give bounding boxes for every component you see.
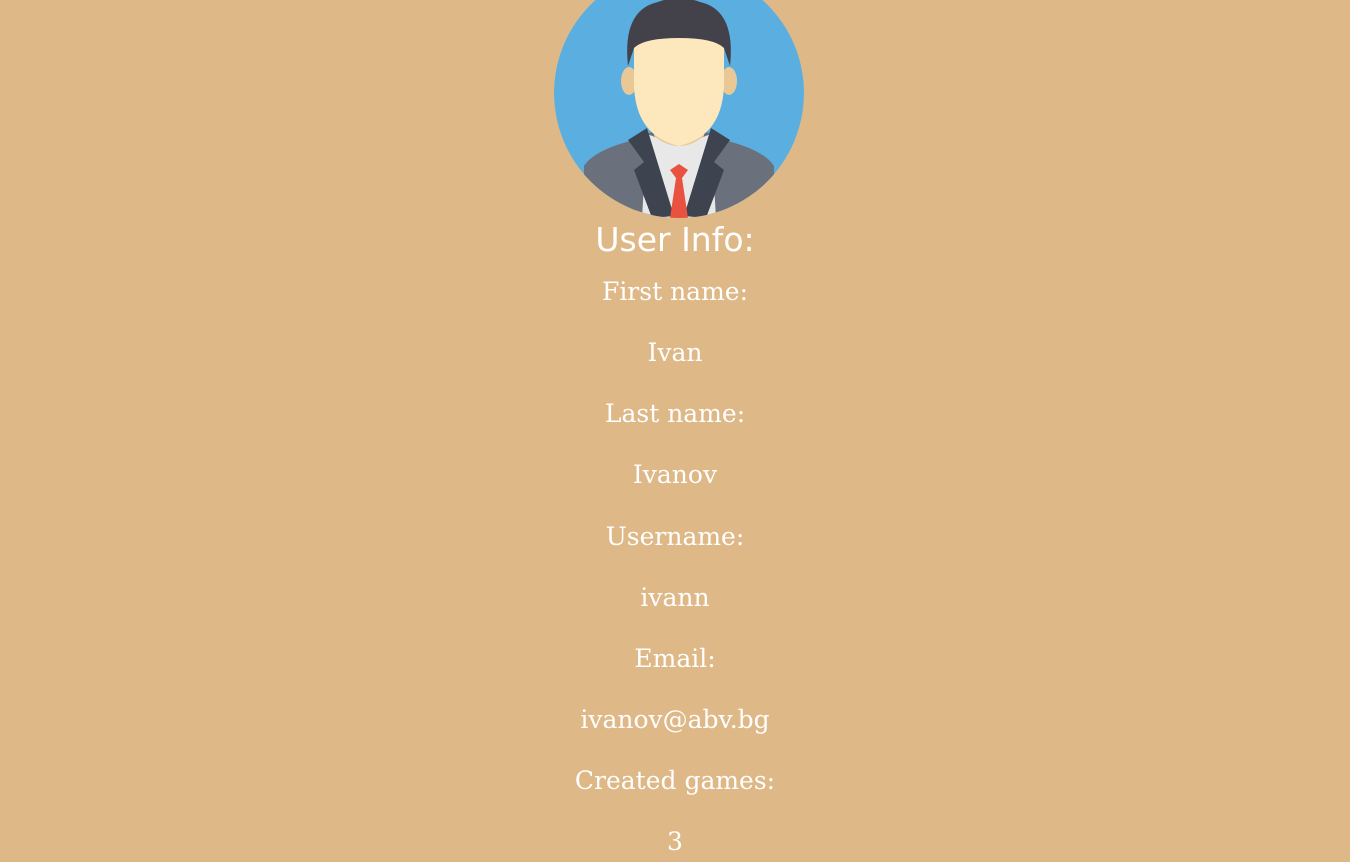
username-value: ivann: [640, 583, 710, 612]
created-games-label: Created games:: [574, 766, 776, 795]
businessman-avatar-icon: [554, 0, 804, 218]
username-label: Username:: [605, 522, 745, 551]
email-label: Email:: [634, 644, 716, 673]
avatar: [554, 0, 804, 218]
first-name-label: First name:: [601, 277, 749, 306]
email-value: ivanov@abv.bg: [580, 705, 770, 734]
last-name-value: Ivanov: [632, 460, 718, 489]
last-name-label: Last name:: [604, 399, 746, 428]
page-title: User Info:: [595, 220, 755, 259]
first-name-value: Ivan: [647, 338, 703, 367]
user-profile-page: User Info: First name: Ivan Last name: I…: [0, 0, 1350, 862]
created-games-value: 3: [667, 827, 683, 856]
